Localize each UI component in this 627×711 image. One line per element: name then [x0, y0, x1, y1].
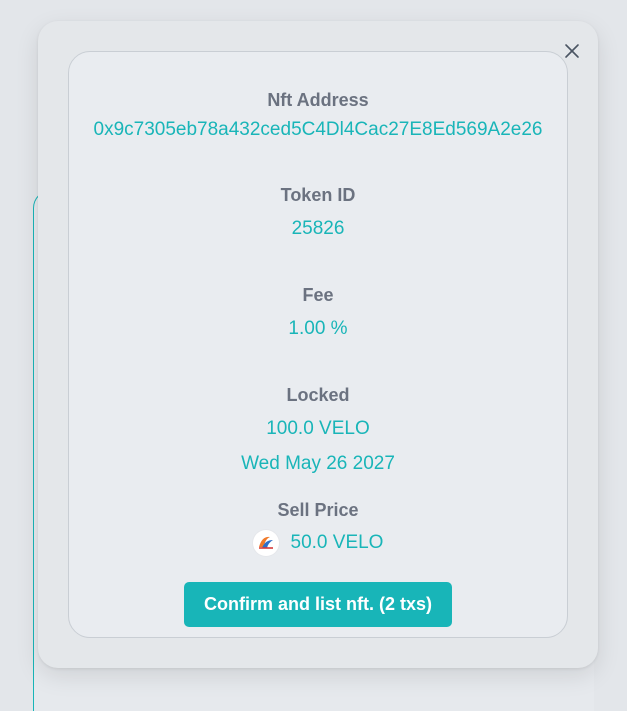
locked-label: Locked: [286, 385, 350, 405]
locked-until-date: Wed May 26 2027: [241, 453, 395, 474]
fee-label: Fee: [302, 285, 334, 305]
fee-value: 1.00 %: [288, 318, 348, 339]
sell-price-row: 50.0 VELO: [69, 530, 567, 556]
nft-details-card: Nft Address 0x9c7305eb78a432ced5C4Dl4Cac…: [68, 51, 568, 638]
confirm-list-button[interactable]: Confirm and list nft. (2 txs): [184, 582, 452, 627]
sell-price-label: Sell Price: [277, 500, 359, 520]
sell-price-value: 50.0 VELO: [290, 532, 384, 553]
velo-token-icon: [252, 530, 279, 556]
nft-address-value: 0x9c7305eb78a432ced5C4Dl4Cac27E8Ed569A2e…: [93, 119, 543, 140]
token-id-value: 25826: [291, 218, 345, 239]
nft-address-label: Nft Address: [267, 90, 369, 110]
close-icon[interactable]: [562, 41, 582, 61]
token-id-label: Token ID: [280, 185, 356, 205]
list-nft-modal: Nft Address 0x9c7305eb78a432ced5C4Dl4Cac…: [38, 21, 598, 668]
locked-amount: 100.0 VELO: [266, 418, 370, 439]
